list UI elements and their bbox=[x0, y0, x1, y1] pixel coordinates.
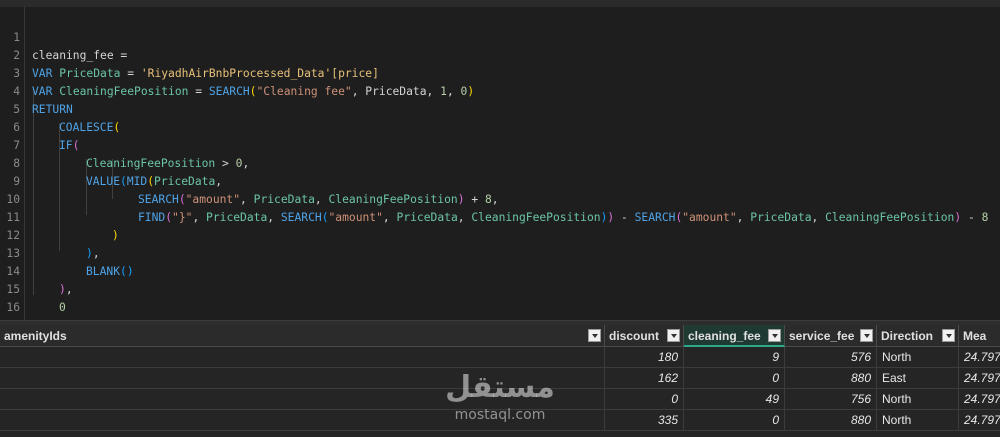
column-header-amenityids[interactable]: amenityIds bbox=[0, 325, 605, 347]
cell-service-fee: 576 bbox=[785, 347, 877, 368]
cell-service-fee: 880 bbox=[785, 410, 877, 431]
code-line-3[interactable]: 3 VAR CleaningFeePosition = SEARCH("Clea… bbox=[0, 47, 1000, 98]
filter-dropdown-icon[interactable] bbox=[942, 329, 955, 342]
cell-cleaning-fee: 9 bbox=[684, 347, 785, 368]
cell-mea: 24.797 bbox=[959, 347, 1000, 368]
table-row[interactable]: 162 0 880 East 24.797 bbox=[0, 368, 1000, 389]
cell-amenityids bbox=[0, 347, 605, 368]
column-header-mea[interactable]: Mea bbox=[959, 325, 1000, 347]
cell-service-fee: 880 bbox=[785, 368, 877, 389]
code-line-13[interactable]: 13 BLANK() bbox=[0, 227, 1000, 278]
cell-cleaning-fee: 0 bbox=[684, 410, 785, 431]
cell-discount: 0 bbox=[605, 389, 684, 410]
filter-dropdown-icon[interactable] bbox=[860, 329, 873, 342]
code-line-8[interactable]: 8 VALUE(MID(PriceData, bbox=[0, 137, 1000, 188]
code-line-16[interactable]: 16 ) bbox=[0, 281, 1000, 332]
cell-direction: North bbox=[877, 347, 959, 368]
cell-mea: 24.797 bbox=[959, 389, 1000, 410]
cell-mea: 24.797 bbox=[959, 368, 1000, 389]
cell-direction: North bbox=[877, 410, 959, 431]
cell-discount: 335 bbox=[605, 410, 684, 431]
cell-service-fee: 756 bbox=[785, 389, 877, 410]
cell-mea: 24.797 bbox=[959, 410, 1000, 431]
code-line-11[interactable]: 11 ) bbox=[0, 191, 1000, 242]
filter-dropdown-icon[interactable] bbox=[667, 329, 680, 342]
code-line-15[interactable]: 15 0 bbox=[0, 263, 1000, 314]
column-header-cleaning-fee[interactable]: cleaning_fee bbox=[684, 325, 785, 347]
code-line-4[interactable]: 4 RETURN bbox=[0, 65, 1000, 116]
cell-direction: North bbox=[877, 389, 959, 410]
column-header-discount[interactable]: discount bbox=[605, 325, 684, 347]
code-line-17[interactable]: 17 bbox=[0, 299, 1000, 332]
column-header-service-fee[interactable]: service_fee bbox=[785, 325, 877, 347]
top-toolbar-strip bbox=[0, 0, 1000, 7]
code-line-6[interactable]: 6 IF( bbox=[0, 101, 1000, 152]
table-row[interactable]: 180 9 576 North 24.797 bbox=[0, 347, 1000, 368]
cell-amenityids bbox=[0, 368, 605, 389]
code-line-1[interactable]: 1 cleaning_fee = bbox=[0, 11, 1000, 62]
data-grid: amenityIds discount cleaning_fee service… bbox=[0, 325, 1000, 437]
column-header-direction[interactable]: Direction bbox=[877, 325, 959, 347]
code-line-14[interactable]: 14 ), bbox=[0, 245, 1000, 296]
table-row[interactable]: 335 0 880 North 24.797 bbox=[0, 410, 1000, 431]
cell-discount: 162 bbox=[605, 368, 684, 389]
table-row[interactable]: 0 49 756 North 24.797 bbox=[0, 389, 1000, 410]
cell-amenityids bbox=[0, 410, 605, 431]
cell-cleaning-fee: 49 bbox=[684, 389, 785, 410]
filter-dropdown-icon[interactable] bbox=[768, 329, 781, 342]
code-line-9[interactable]: 9 SEARCH("amount", PriceData, CleaningFe… bbox=[0, 155, 1000, 206]
code-line-2[interactable]: 2 VAR PriceData = 'RiyadhAirBnbProcessed… bbox=[0, 29, 1000, 80]
cell-discount: 180 bbox=[605, 347, 684, 368]
code-line-7[interactable]: 7 CleaningFeePosition > 0, bbox=[0, 119, 1000, 170]
code-line-5[interactable]: 5 COALESCE( bbox=[0, 83, 1000, 134]
cell-amenityids bbox=[0, 389, 605, 410]
cell-cleaning-fee: 0 bbox=[684, 368, 785, 389]
cell-direction: East bbox=[877, 368, 959, 389]
code-line-10[interactable]: 10 FIND("}", PriceData, SEARCH("amount",… bbox=[0, 173, 1000, 224]
filter-dropdown-icon[interactable] bbox=[588, 329, 601, 342]
code-line-12[interactable]: 12 ), bbox=[0, 209, 1000, 260]
